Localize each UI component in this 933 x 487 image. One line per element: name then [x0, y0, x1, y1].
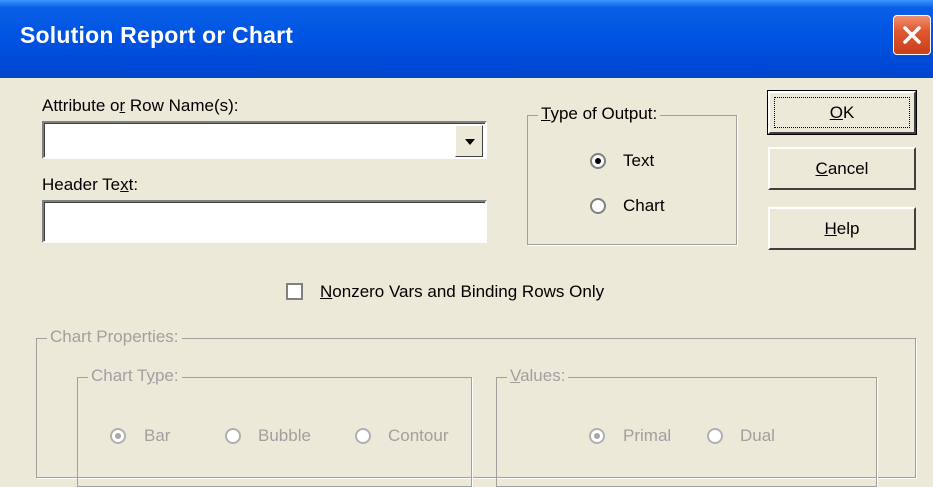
chart-type-bar-radio[interactable]	[110, 428, 126, 444]
title-bar: Solution Report or Chart	[0, 0, 933, 78]
help-button[interactable]: Help	[768, 207, 916, 250]
values-dual-radio[interactable]	[707, 428, 723, 444]
values-primal-radio[interactable]	[589, 428, 605, 444]
chart-type-bar-label: Bar	[144, 426, 171, 445]
radio-selected-dot	[115, 433, 121, 439]
chart-properties-legend: Chart Properties:	[47, 327, 182, 347]
header-text-input[interactable]	[42, 200, 487, 243]
output-text-radio[interactable]	[590, 153, 606, 169]
nonzero-label[interactable]: Nonzero Vars and Binding Rows Only	[320, 282, 604, 302]
output-text-label: Text	[623, 151, 655, 170]
values-dual-label: Dual	[740, 426, 775, 445]
attribute-label: Attribute or Row Name(s):	[42, 96, 239, 115]
chart-properties-group: Chart Properties: Chart Type: Bar Bubble…	[36, 327, 916, 487]
attribute-dropdown-button[interactable]	[455, 125, 483, 157]
chart-type-bubble-radio[interactable]	[225, 428, 241, 444]
output-chart-radio[interactable]	[590, 198, 606, 214]
chart-type-contour-radio[interactable]	[355, 428, 371, 444]
ok-button[interactable]: OK	[767, 90, 917, 135]
values-primal-label: Primal	[623, 426, 672, 445]
output-type-group: Type of Output: Text Chart	[527, 104, 737, 245]
output-type-legend: Type of Output:	[538, 104, 661, 124]
window-title: Solution Report or Chart	[20, 22, 294, 48]
chart-type-legend: Chart Type:	[88, 366, 182, 386]
focus-rectangle	[774, 97, 910, 128]
radio-selected-dot	[595, 158, 601, 164]
radio-selected-dot	[594, 433, 600, 439]
chevron-down-icon	[465, 139, 475, 145]
close-button[interactable]	[893, 15, 931, 55]
close-icon	[903, 26, 921, 44]
chart-type-group: Chart Type: Bar Bubble Contour	[77, 366, 472, 487]
chart-type-bubble-label: Bubble	[258, 426, 311, 445]
nonzero-checkbox[interactable]	[286, 283, 303, 300]
header-text-label: Header Text:	[42, 175, 139, 194]
output-chart-label: Chart	[623, 196, 665, 215]
values-legend: Values:	[507, 366, 569, 386]
values-group: Values: Primal Dual	[496, 366, 877, 487]
cancel-button[interactable]: Cancel	[768, 147, 916, 190]
attribute-combobox[interactable]	[42, 121, 487, 159]
chart-type-contour-label: Contour	[388, 426, 449, 445]
